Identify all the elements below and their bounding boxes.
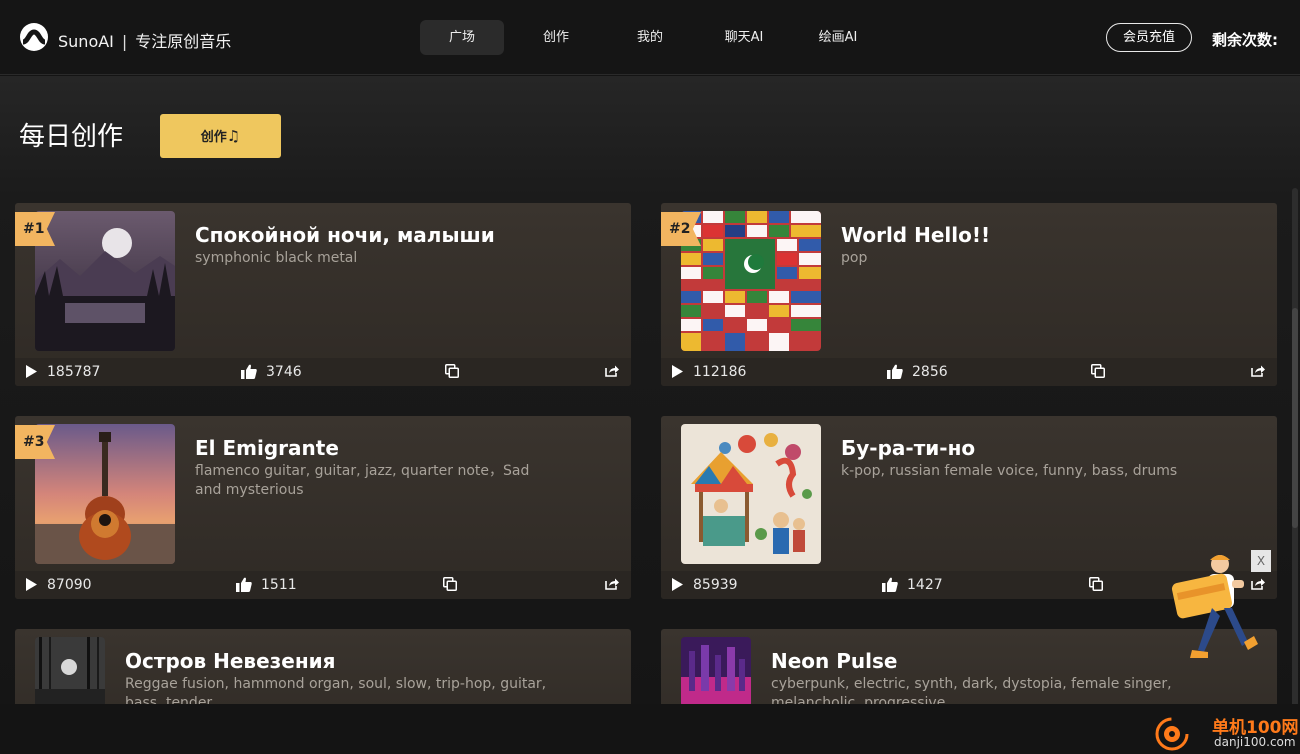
- page-title: 每日创作: [19, 122, 124, 152]
- create-button[interactable]: 创作♫: [160, 114, 281, 158]
- like-icon[interactable]: [241, 364, 257, 383]
- like-icon[interactable]: [882, 577, 898, 596]
- brand[interactable]: SunoAI | 专注原创音乐: [58, 28, 231, 52]
- play-count: 87090: [47, 577, 92, 593]
- copy-icon[interactable]: [443, 577, 457, 595]
- cover-image-moon-lake[interactable]: [35, 211, 175, 351]
- like-count: 1427: [907, 577, 943, 593]
- like-icon[interactable]: [236, 577, 252, 596]
- song-tags: k-pop, russian female voice, funny, bass…: [841, 463, 1178, 479]
- cover-image-neon-city[interactable]: [681, 637, 751, 704]
- song-card[interactable]: #2 World Hello!! pop 112186 2856: [661, 203, 1277, 386]
- scrollbar-thumb[interactable]: [1292, 308, 1298, 528]
- nav-item-draw-ai[interactable]: 绘画AI: [802, 20, 874, 55]
- brand-name: SunoAI: [58, 32, 114, 51]
- share-icon[interactable]: [605, 364, 619, 381]
- song-card[interactable]: #1 Спокойной ночи, малыши symphonic blac…: [15, 203, 631, 386]
- song-stats-bar: 112186 2856: [661, 358, 1277, 386]
- song-title[interactable]: Остров Невезения: [125, 649, 336, 673]
- brand-tagline: 专注原创音乐: [135, 32, 232, 51]
- nav-item-create[interactable]: 创作: [520, 20, 592, 55]
- song-title[interactable]: Neon Pulse: [771, 649, 897, 673]
- play-icon[interactable]: [671, 365, 683, 382]
- song-stats-bar: 87090 1511: [15, 571, 631, 599]
- like-count: 3746: [266, 364, 302, 380]
- like-count: 2856: [912, 364, 948, 380]
- song-tags: flamenco guitar, guitar, jazz, quarter n…: [195, 463, 530, 498]
- song-card[interactable]: Остров Невезения Reggae fusion, hammond …: [15, 629, 631, 704]
- song-title[interactable]: Спокойной ночи, малыши: [195, 223, 495, 247]
- recharge-button[interactable]: 会员充值: [1106, 23, 1192, 52]
- like-icon[interactable]: [887, 364, 903, 383]
- main-content: 每日创作 创作♫ #1 Спокойной ночи, малыши symph…: [0, 76, 1300, 704]
- play-count: 85939: [693, 577, 738, 593]
- copy-icon[interactable]: [1091, 364, 1105, 382]
- play-count: 185787: [47, 364, 101, 380]
- play-icon[interactable]: [671, 578, 683, 595]
- brand-separator: |: [121, 32, 128, 51]
- share-icon[interactable]: [605, 577, 619, 594]
- remaining-count-label: 剩余次数:: [1212, 31, 1278, 49]
- song-title[interactable]: Бу-ра-ти-но: [841, 436, 975, 460]
- cover-image-carnival[interactable]: [681, 424, 821, 564]
- play-count: 112186: [693, 364, 747, 380]
- nav-item-plaza[interactable]: 广场: [420, 20, 504, 55]
- play-icon[interactable]: [25, 578, 37, 595]
- suno-logo-icon: [20, 23, 48, 51]
- play-icon[interactable]: [25, 365, 37, 382]
- cover-image-guitar-sunset[interactable]: [35, 424, 175, 564]
- music-note-icon: ♫: [226, 127, 241, 145]
- copy-icon[interactable]: [1089, 577, 1103, 595]
- like-count: 1511: [261, 577, 297, 593]
- cover-image-world-flags[interactable]: [681, 211, 821, 351]
- song-stats-bar: 185787 3746: [15, 358, 631, 386]
- promo-close-button[interactable]: X: [1251, 550, 1271, 572]
- nav-item-chat-ai[interactable]: 聊天AI: [708, 20, 780, 55]
- song-title[interactable]: El Emigrante: [195, 436, 339, 460]
- create-button-label: 创作: [200, 130, 227, 145]
- song-title[interactable]: World Hello!!: [841, 223, 990, 247]
- top-header: SunoAI | 专注原创音乐 广场 创作 我的 聊天AI 绘画AI 会员充值 剩余…: [0, 0, 1300, 75]
- watermark-url: danji100.com: [1214, 735, 1296, 749]
- nav-item-mine[interactable]: 我的: [614, 20, 686, 55]
- cover-image-dark-forest[interactable]: [35, 637, 105, 704]
- song-tags: pop: [841, 250, 868, 266]
- copy-icon[interactable]: [445, 364, 459, 382]
- song-tags: symphonic black metal: [195, 250, 358, 266]
- song-tags: Reggae fusion, hammond organ, soul, slow…: [125, 676, 547, 704]
- share-icon[interactable]: [1251, 364, 1265, 381]
- scrollbar[interactable]: [1292, 188, 1298, 704]
- song-card[interactable]: #3 El Emigrante flamenco guitar, guitar,…: [15, 416, 631, 599]
